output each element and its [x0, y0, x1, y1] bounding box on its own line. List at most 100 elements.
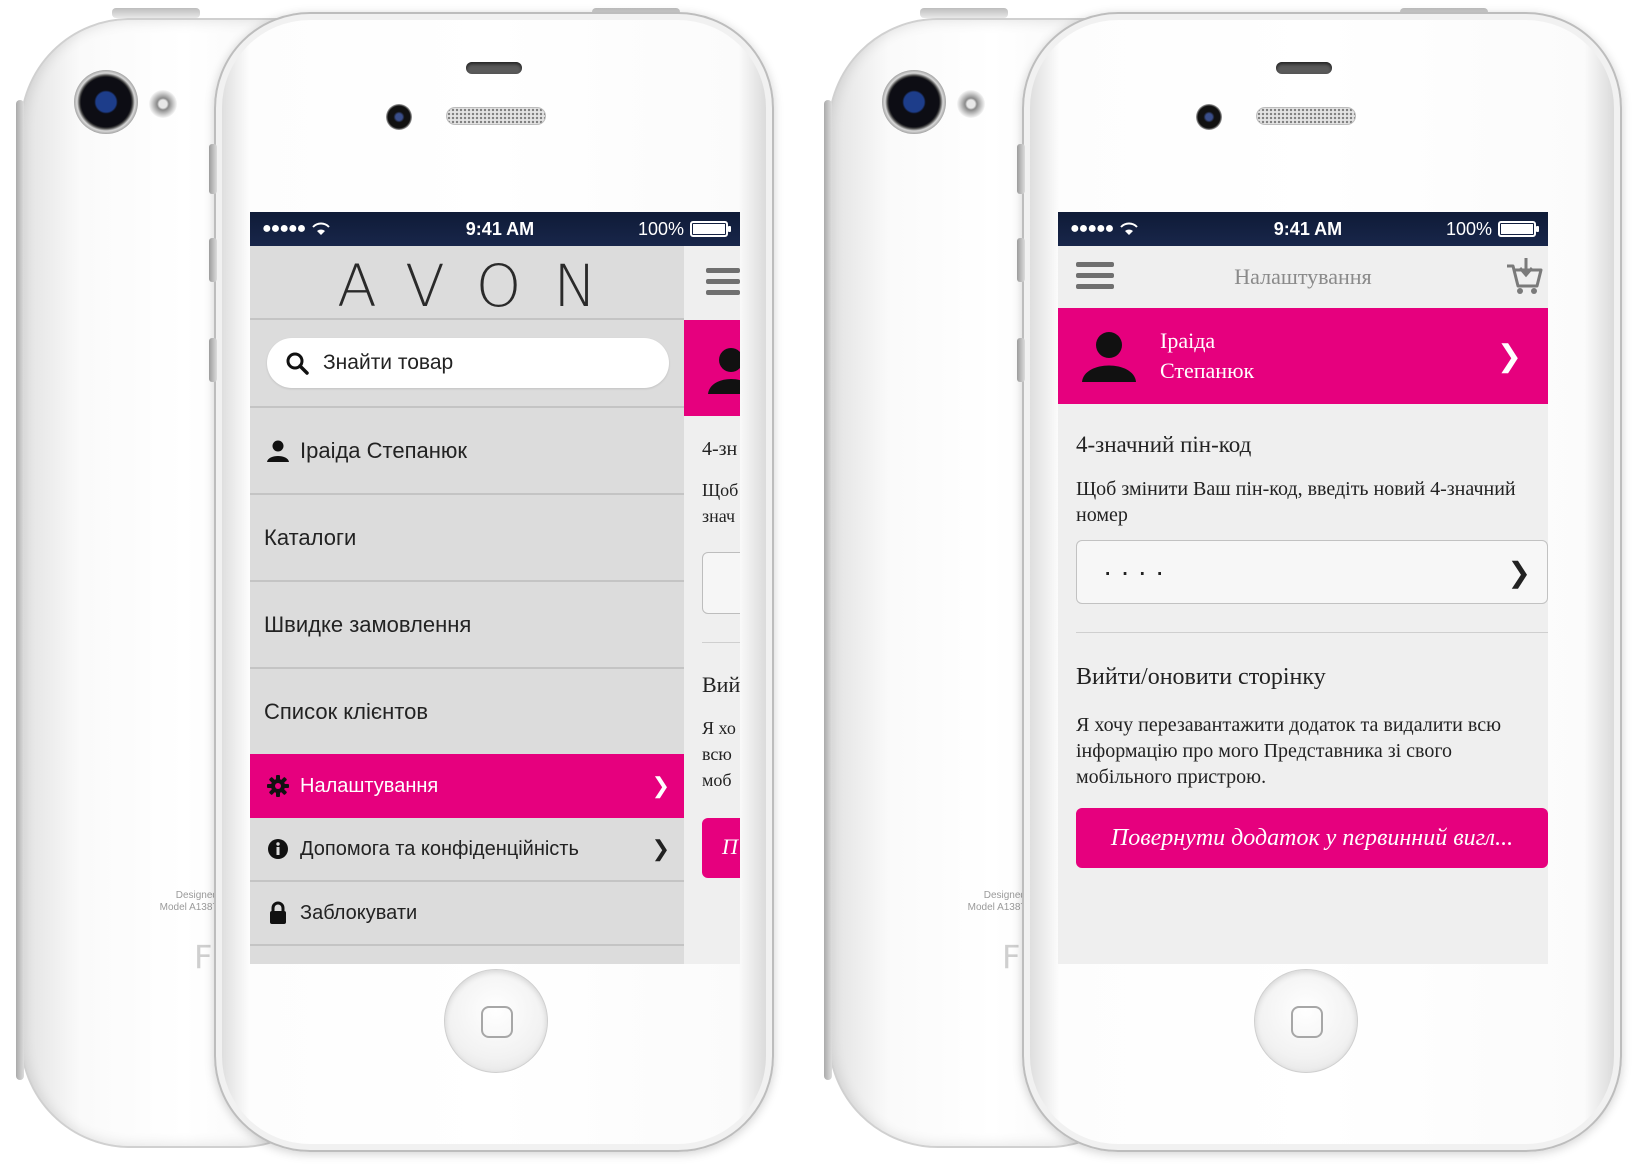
regulatory-logo: F — [194, 938, 213, 976]
wifi-icon — [1120, 222, 1139, 235]
menu-item-label: Швидке замовлення — [264, 611, 472, 637]
profile-banner-peek — [684, 320, 740, 416]
user-icon — [264, 440, 292, 462]
pin-section-description: Щоб змінити Ваш пін-код, введіть новий 4… — [1076, 478, 1516, 526]
settings-page: Налаштування Іраіда Степанюк ❯ 4-значний… — [1058, 246, 1548, 964]
profile-last-name: Степанюк — [1160, 358, 1255, 383]
profile-banner[interactable]: Іраіда Степанюк ❯ — [1058, 308, 1548, 404]
sensor-slot — [1276, 62, 1332, 74]
chevron-right-icon: ❯ — [651, 773, 670, 798]
hamburger-icon[interactable] — [1076, 262, 1114, 295]
mute-switch[interactable] — [1017, 144, 1025, 194]
pin-section-title: 4-значний пін-код — [1076, 432, 1252, 457]
phone-edge — [824, 100, 832, 1080]
page-title: Налаштування — [1234, 264, 1372, 289]
peek-text: 4-зн — [702, 438, 738, 460]
model-text: Designed Model A1387 — [967, 890, 1026, 913]
peek-text: Вий — [702, 672, 740, 697]
menu-item-clients[interactable]: Список клієнтов — [250, 669, 684, 754]
profile-first-name: Іраіда — [1160, 328, 1216, 353]
home-button[interactable] — [444, 969, 548, 1073]
left-screen: ●●●●● 9:41 AM 100% AVON Знайти товар Іра… — [250, 212, 740, 964]
front-camera-icon — [386, 104, 412, 130]
earpiece-speaker — [446, 107, 546, 125]
chevron-right-icon: ❯ — [651, 836, 670, 861]
content-peek: 4-зн Щоб знач Вий Я хо всю моб П — [684, 246, 740, 964]
divider — [702, 642, 740, 643]
menu-item-lock[interactable]: Заблокувати — [250, 882, 684, 944]
menu-item-label: Налаштування — [300, 774, 439, 797]
volume-down-button[interactable] — [1017, 338, 1025, 382]
pin-field-peek — [702, 552, 740, 614]
earpiece-speaker — [1256, 107, 1356, 125]
peek-text: всю — [702, 744, 732, 764]
menu-item-label: Допомога та конфіденційність — [300, 837, 579, 860]
rear-camera-icon — [882, 70, 946, 134]
pin-value: ···· — [1103, 556, 1173, 587]
regulatory-logo: F — [1002, 938, 1021, 976]
right-screen: ●●●●● 9:41 AM 100% Налаштування Іраіда С… — [1058, 212, 1548, 964]
home-button[interactable] — [1254, 969, 1358, 1073]
search-input[interactable]: Знайти товар — [267, 338, 669, 388]
peek-text: моб — [702, 770, 732, 790]
menu-item-label: Каталоги — [264, 524, 357, 550]
menu-item-quick-order[interactable]: Швидке замовлення — [250, 582, 684, 667]
back-top-button — [920, 8, 1008, 18]
volume-up-button[interactable] — [1017, 238, 1025, 282]
rear-camera-icon — [74, 70, 138, 134]
front-camera-icon — [1196, 104, 1222, 130]
menu-item-catalogs[interactable]: Каталоги — [250, 495, 684, 580]
chevron-right-icon: ❯ — [1496, 339, 1522, 373]
home-square-icon — [481, 1006, 513, 1038]
menu-item-label: Заблокувати — [300, 901, 418, 924]
lock-icon — [264, 901, 292, 925]
battery-percent: 100% — [1445, 218, 1492, 239]
divider — [1076, 632, 1548, 633]
flash-icon — [957, 90, 985, 118]
search-placeholder: Знайти товар — [323, 351, 454, 374]
nav-bar: Налаштування — [1058, 246, 1548, 308]
signal-icon: ●●●●● — [262, 220, 306, 237]
user-icon — [1082, 332, 1136, 382]
menu-item-help[interactable]: Допомога та конфіденційність ❯ — [250, 818, 684, 880]
hamburger-icon[interactable] — [706, 268, 740, 301]
status-time: 9:41 AM — [465, 218, 535, 239]
battery-icon — [690, 221, 731, 237]
reset-app-button[interactable]: Повернути додаток у первинний вигл... — [1076, 808, 1548, 868]
battery-fill — [1501, 224, 1533, 234]
menu-item-settings[interactable]: Налаштування ❯ — [250, 754, 684, 818]
model-text: Designed Model A1387 — [159, 890, 218, 913]
battery-fill — [693, 224, 725, 234]
battery-percent: 100% — [637, 218, 684, 239]
wifi-icon — [312, 222, 331, 235]
peek-text: Щоб — [702, 480, 739, 500]
status-bar: ●●●●● 9:41 AM 100% — [1058, 212, 1548, 246]
sensor-slot — [466, 62, 522, 74]
menu-item-profile[interactable]: Іраіда Степанюк — [250, 408, 684, 493]
info-icon — [264, 838, 292, 860]
reset-button-peek: П — [702, 818, 740, 878]
phone-edge — [16, 100, 24, 1080]
search-icon — [286, 352, 309, 375]
user-icon — [708, 348, 740, 394]
signal-icon: ●●●●● — [1070, 220, 1114, 237]
home-square-icon — [1291, 1006, 1323, 1038]
cart-icon[interactable] — [1504, 256, 1544, 296]
volume-down-button[interactable] — [209, 338, 217, 382]
volume-up-button[interactable] — [209, 238, 217, 282]
side-drawer: AVON Знайти товар Іраіда Степанюк Катало… — [250, 246, 684, 964]
battery-icon — [1498, 221, 1539, 237]
menu-item-label: Список клієнтов — [264, 698, 429, 724]
status-bar: ●●●●● 9:41 AM 100% — [250, 212, 740, 246]
status-time: 9:41 AM — [1273, 218, 1343, 239]
chevron-right-icon[interactable]: ❯ — [1508, 556, 1531, 589]
gear-icon — [264, 774, 292, 798]
reset-section-description: Я хочу перезавантажити додаток та видали… — [1076, 714, 1502, 788]
reset-section-title: Вийти/оновити сторінку — [1076, 664, 1326, 690]
divider — [250, 318, 684, 320]
flash-icon — [149, 90, 177, 118]
back-top-button — [112, 8, 200, 18]
pin-input[interactable]: ···· ❯ — [1076, 540, 1548, 604]
mute-switch[interactable] — [209, 144, 217, 194]
peek-text: знач — [702, 506, 736, 526]
